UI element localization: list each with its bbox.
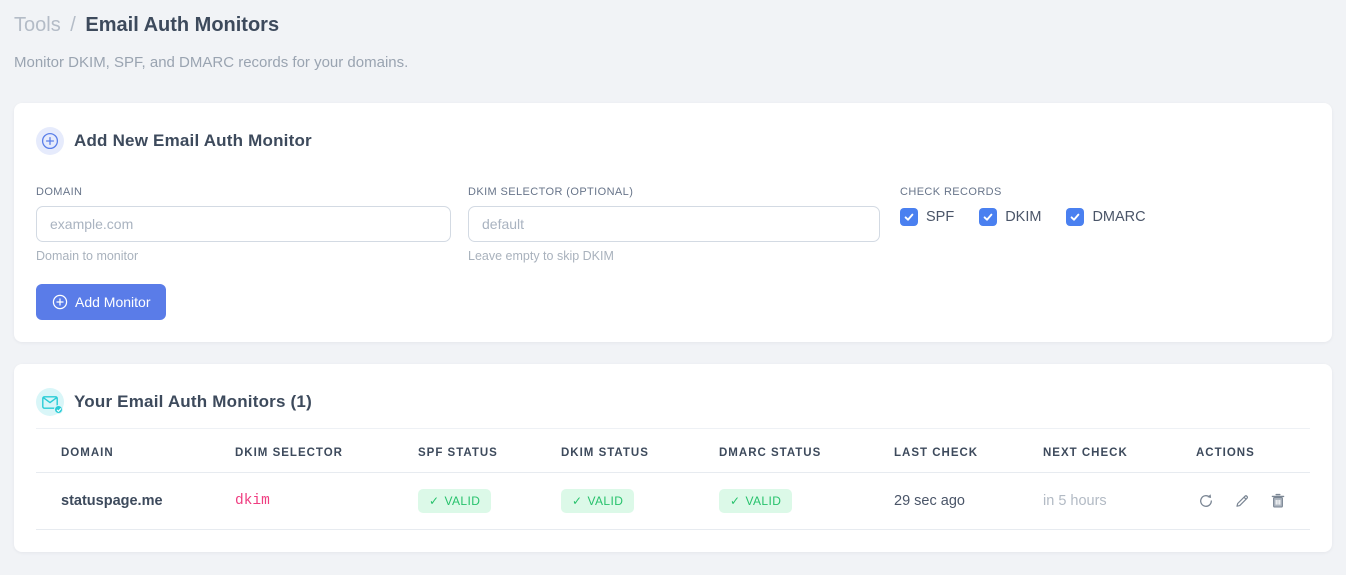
- monitor-next-check: in 5 hours: [1018, 472, 1171, 530]
- col-header-domain: DOMAIN: [36, 428, 210, 473]
- breadcrumb-tools-link[interactable]: Tools: [14, 14, 61, 36]
- monitors-list-header: Your Email Auth Monitors (1): [36, 388, 1310, 416]
- breadcrumb: Tools / Email Auth Monitors: [14, 12, 1332, 38]
- col-header-dmarc-status: DMARC STATUS: [694, 428, 869, 473]
- col-header-spf-status: SPF STATUS: [393, 428, 536, 473]
- monitor-actions: [1171, 472, 1310, 530]
- col-header-dkim-status: DKIM STATUS: [536, 428, 694, 473]
- dkim-status-text: VALID: [587, 494, 624, 508]
- check-glyph: ✓: [730, 494, 741, 508]
- table-row: statuspage.me dkim ✓ VALID ✓ VALID ✓ VAL…: [36, 472, 1310, 530]
- check-records-label: CHECK RECORDS: [900, 186, 1002, 198]
- dkim-checkbox-box[interactable]: [979, 208, 998, 226]
- breadcrumb-separator: /: [70, 14, 76, 36]
- add-monitor-title: Add New Email Auth Monitor: [74, 131, 312, 150]
- dkim-status-cell: ✓ VALID: [536, 472, 694, 530]
- dkim-selector-input[interactable]: [468, 206, 880, 242]
- dkim-selector-hint: Leave empty to skip DKIM: [468, 249, 614, 263]
- dkim-selector-field-group: DKIM SELECTOR (OPTIONAL) Leave empty to …: [468, 186, 880, 263]
- check-glyph: ✓: [572, 494, 583, 508]
- dmarc-checkbox-box[interactable]: [1066, 208, 1085, 226]
- monitors-table: DOMAIN DKIM SELECTOR SPF STATUS DKIM STA…: [36, 428, 1310, 530]
- dkim-checkbox[interactable]: DKIM: [979, 208, 1041, 226]
- page-subtitle: Monitor DKIM, SPF, and DMARC records for…: [14, 54, 409, 71]
- monitor-dkim-selector: dkim: [210, 472, 393, 530]
- col-header-last-check: LAST CHECK: [869, 428, 1018, 473]
- trash-icon[interactable]: [1268, 491, 1288, 511]
- domain-field-group: DOMAIN Domain to monitor: [36, 186, 451, 263]
- page-title: Email Auth Monitors: [85, 14, 280, 36]
- dmarc-status-cell: ✓ VALID: [694, 472, 869, 530]
- domain-hint: Domain to monitor: [36, 249, 139, 263]
- dkim-selector-label: DKIM SELECTOR (OPTIONAL): [468, 186, 634, 198]
- add-monitor-button-label: Add Monitor: [75, 294, 151, 310]
- dkim-status-badge: ✓ VALID: [561, 489, 635, 513]
- monitors-list-title: Your Email Auth Monitors (1): [74, 392, 312, 411]
- plus-circle-icon: [52, 294, 68, 310]
- domain-label: DOMAIN: [36, 186, 83, 198]
- spf-status-text: VALID: [444, 494, 481, 508]
- envelope-check-icon: [36, 388, 64, 416]
- check-glyph: ✓: [429, 494, 440, 508]
- dkim-checkbox-label: DKIM: [1005, 209, 1042, 225]
- col-header-actions: ACTIONS: [1171, 428, 1310, 473]
- check-records-group: CHECK RECORDS SPF DKIM DMARC: [900, 186, 1310, 263]
- spf-status-cell: ✓ VALID: [393, 472, 536, 530]
- edit-pencil-icon[interactable]: [1232, 491, 1252, 511]
- add-monitor-button[interactable]: Add Monitor: [36, 284, 167, 320]
- domain-input[interactable]: [36, 206, 451, 242]
- add-monitor-card: Add New Email Auth Monitor DOMAIN Domain…: [14, 103, 1332, 342]
- spf-checkbox[interactable]: SPF: [900, 208, 954, 226]
- dmarc-checkbox-label: DMARC: [1092, 209, 1146, 225]
- spf-checkbox-label: SPF: [926, 209, 955, 225]
- email-auth-monitors-page: Tools / Email Auth Monitors Monitor DKIM…: [0, 0, 1346, 564]
- col-header-next-check: NEXT CHECK: [1018, 428, 1171, 473]
- monitor-last-check: 29 sec ago: [869, 472, 1018, 530]
- dmarc-checkbox[interactable]: DMARC: [1066, 208, 1146, 226]
- dmarc-status-text: VALID: [745, 494, 782, 508]
- spf-status-badge: ✓ VALID: [418, 489, 492, 513]
- spf-checkbox-box[interactable]: [900, 208, 918, 226]
- add-monitor-form: DOMAIN Domain to monitor DKIM SELECTOR (…: [36, 186, 1310, 263]
- dmarc-status-badge: ✓ VALID: [719, 489, 793, 513]
- refresh-icon[interactable]: [1196, 491, 1216, 511]
- table-header-row: DOMAIN DKIM SELECTOR SPF STATUS DKIM STA…: [36, 428, 1310, 473]
- add-monitor-card-header: Add New Email Auth Monitor: [36, 127, 1310, 155]
- col-header-dkim-selector: DKIM SELECTOR: [210, 428, 393, 473]
- page-header: Tools / Email Auth Monitors Monitor DKIM…: [14, 0, 1332, 71]
- check-badge-icon: [54, 405, 63, 414]
- check-records-options: SPF DKIM DMARC: [900, 208, 1310, 226]
- plus-circle-icon: [36, 127, 64, 155]
- monitors-list-card: Your Email Auth Monitors (1) DOMAIN DKIM…: [14, 364, 1332, 552]
- monitor-domain: statuspage.me: [36, 472, 210, 530]
